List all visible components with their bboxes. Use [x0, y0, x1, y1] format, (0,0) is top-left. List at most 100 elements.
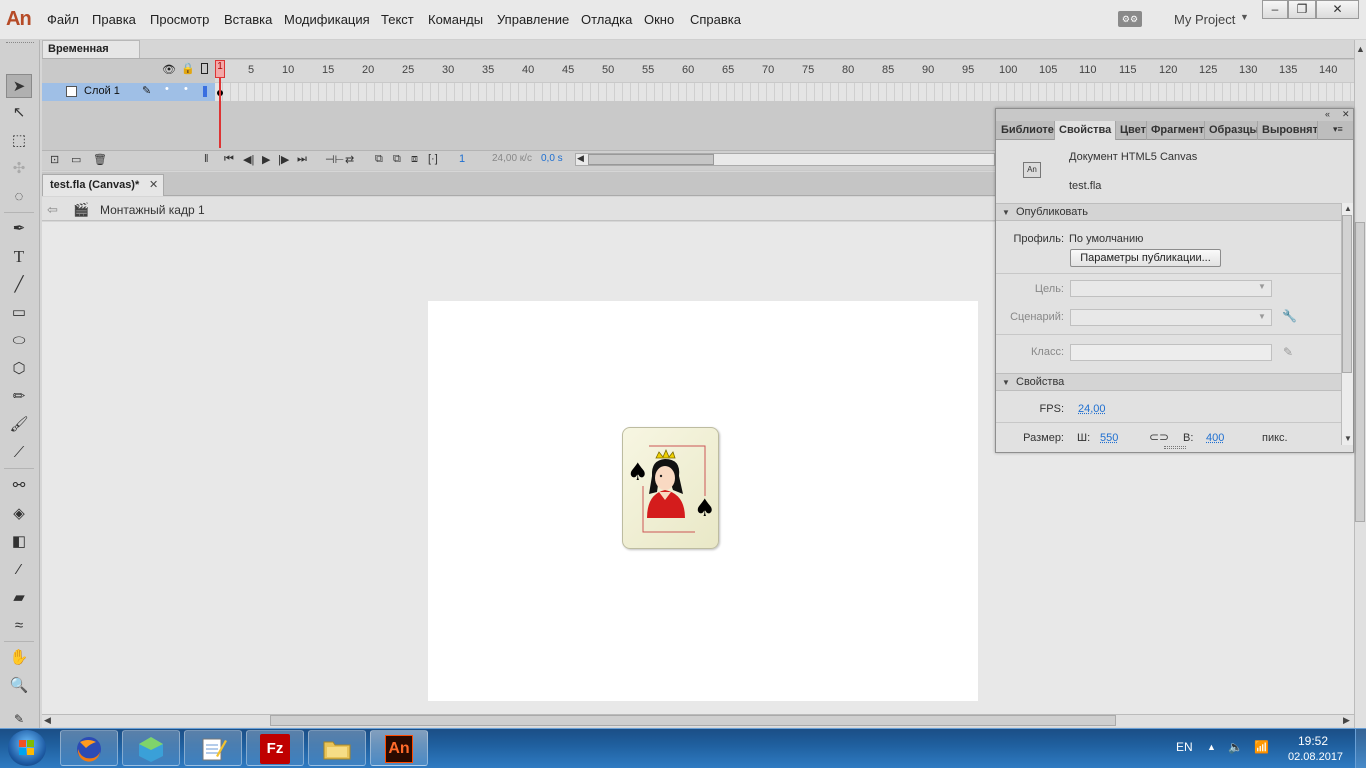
collapse-triangle-icon[interactable]: ▼ — [1002, 378, 1010, 387]
volume-icon[interactable]: 🔈 — [1228, 740, 1243, 754]
menu-text[interactable]: Текст — [381, 12, 414, 27]
language-indicator[interactable]: EN — [1176, 740, 1193, 754]
layer-color-swatch[interactable] — [203, 86, 207, 97]
text-tool-icon[interactable]: T — [6, 245, 32, 269]
timeline-scroll-thumb[interactable] — [588, 154, 714, 165]
maximize-button[interactable]: ❐ — [1288, 0, 1316, 19]
chevron-down-icon[interactable]: ▼ — [1258, 312, 1266, 321]
eraser-tool-icon[interactable]: ▰ — [6, 586, 32, 610]
start-button[interactable] — [8, 730, 46, 766]
bone-tool-icon[interactable]: ⚯ — [6, 474, 32, 498]
menu-file[interactable]: Файл — [47, 12, 79, 27]
width-tool-icon[interactable]: ≈ — [6, 614, 32, 638]
outline-icon[interactable] — [201, 63, 208, 74]
show-hidden-icons-icon[interactable]: ▲ — [1207, 742, 1216, 752]
panel-scroll-thumb[interactable] — [1342, 215, 1352, 373]
horizontal-scroll-thumb[interactable] — [270, 715, 1116, 726]
back-arrow-icon[interactable]: ⇦ — [47, 202, 58, 218]
frame-grid[interactable] — [215, 83, 1354, 101]
current-frame-value[interactable]: 1 — [459, 153, 465, 165]
visibility-dot[interactable]: • — [165, 83, 169, 95]
lock-dot[interactable]: • — [184, 83, 188, 95]
edit-pencil-icon[interactable]: ✎ — [1283, 345, 1293, 359]
target-select[interactable] — [1070, 280, 1272, 297]
sync-settings-icon[interactable]: ⚙⚙ — [1118, 11, 1142, 27]
pencil-tool-icon[interactable]: ✏ — [6, 385, 32, 409]
taskbar-firefox[interactable] — [60, 730, 118, 766]
menu-modify[interactable]: Модификация — [284, 12, 370, 27]
tab-properties[interactable]: Свойства — [1055, 121, 1116, 140]
vertical-scroll-thumb[interactable] — [1355, 222, 1365, 522]
scene-name[interactable]: Монтажный кадр 1 — [100, 203, 205, 217]
line-tool-icon[interactable]: ╱ — [6, 273, 32, 297]
new-layer-icon[interactable]: ⊡ — [50, 153, 59, 166]
play-icon[interactable]: ▶ — [262, 153, 270, 166]
lasso-tool-icon[interactable]: ◌ — [6, 185, 32, 209]
fps-value[interactable]: 24,00 — [1078, 403, 1106, 415]
onion-outlines-icon[interactable]: ⧉ — [393, 153, 401, 166]
tab-align[interactable]: Выровнять — [1258, 121, 1318, 140]
timeline-tab[interactable]: Временная шкала — [42, 40, 140, 58]
lock-icon[interactable]: 🔒 — [181, 62, 195, 75]
new-folder-icon[interactable]: ▭ — [71, 153, 81, 166]
elapsed-time[interactable]: 0,0 s — [541, 153, 563, 164]
loop-icon[interactable]: ⇄ — [345, 153, 354, 166]
menu-insert[interactable]: Вставка — [224, 12, 272, 27]
scroll-up-icon[interactable]: ▲ — [1356, 44, 1365, 54]
tab-swatches[interactable]: Образцы — [1205, 121, 1258, 140]
tab-color[interactable]: Цвет — [1116, 121, 1147, 140]
menu-debug[interactable]: Отладка — [581, 12, 632, 27]
tab-library[interactable]: Библиотек — [997, 121, 1055, 140]
3d-rotation-tool-icon[interactable]: ✣ — [6, 157, 32, 181]
close-button[interactable]: ✕ — [1316, 0, 1359, 19]
menu-control[interactable]: Управление — [497, 12, 569, 27]
polystar-tool-icon[interactable]: ⬡ — [6, 357, 32, 381]
oval-tool-icon[interactable]: ⬭ — [6, 329, 32, 353]
onion-skin-icon[interactable]: ⧉ — [375, 153, 383, 166]
class-field[interactable] — [1070, 344, 1272, 361]
collapse-triangle-icon[interactable]: ▼ — [1002, 208, 1010, 217]
free-transform-tool-icon[interactable]: ⬚ — [6, 129, 32, 153]
scroll-down-icon[interactable]: ▼ — [1344, 434, 1352, 443]
chevron-down-icon[interactable]: ▼ — [1258, 282, 1266, 291]
scroll-right-icon[interactable]: ▶ — [1343, 715, 1350, 726]
eye-icon[interactable]: 👁 — [162, 63, 176, 76]
zoom-tool-icon[interactable]: 🔍 — [6, 674, 32, 698]
taskbar-app[interactable] — [122, 730, 180, 766]
ink-bottle-tool-icon[interactable]: ◧ — [6, 530, 32, 554]
edit-multiple-icon[interactable]: ⧈ — [411, 153, 418, 166]
taskbar-notepad[interactable] — [184, 730, 242, 766]
script-select[interactable] — [1070, 309, 1272, 326]
panel-menu-icon[interactable]: ▾≡ — [1333, 124, 1343, 135]
height-value[interactable]: 400 — [1206, 432, 1224, 444]
close-tab-icon[interactable]: ✕ — [149, 178, 158, 191]
document-tab[interactable]: test.fla (Canvas)* — [42, 174, 164, 196]
playhead-frame[interactable]: 1 — [215, 60, 225, 78]
taskbar-animate[interactable]: An — [370, 730, 428, 766]
menu-edit[interactable]: Правка — [92, 12, 136, 27]
frame-ruler[interactable] — [215, 60, 1354, 82]
network-icon[interactable]: 📶 — [1254, 740, 1269, 754]
project-selector[interactable]: My Project — [1174, 12, 1235, 27]
link-icon[interactable]: ⊂⊃ — [1149, 430, 1169, 444]
layer-name[interactable]: Слой 1 — [84, 85, 120, 97]
paint-brush-tool-icon[interactable]: 🖌 — [6, 413, 32, 437]
close-panel-icon[interactable]: ✕ — [1342, 109, 1350, 120]
center-frame-icon[interactable]: ⊣⊢ — [325, 153, 344, 166]
pen-tool-icon[interactable]: ✒ — [6, 217, 32, 241]
menu-window[interactable]: Окно — [644, 12, 674, 27]
step-back-icon[interactable]: ◀| — [243, 153, 254, 166]
menu-help[interactable]: Справка — [690, 12, 741, 27]
minimize-button[interactable]: ‒ — [1262, 0, 1288, 19]
eyedropper-tool-icon[interactable]: ⁄ — [6, 558, 32, 582]
width-value[interactable]: 550 — [1100, 432, 1118, 444]
paint-bucket-tool-icon[interactable]: ◈ — [6, 502, 32, 526]
panel-grip-icon[interactable]: ‖ — [204, 153, 209, 165]
scroll-left-icon[interactable]: ◀ — [577, 153, 584, 164]
panel-grip[interactable] — [6, 42, 34, 45]
panel-header[interactable] — [996, 109, 1353, 121]
queen-of-spades-card-image[interactable]: ♠ ♠ — [622, 427, 719, 549]
brush-tool-icon[interactable]: ⟋ — [6, 441, 32, 465]
scroll-left-icon[interactable]: ◀ — [44, 715, 51, 726]
publish-settings-button[interactable]: Параметры публикации... — [1070, 249, 1221, 267]
